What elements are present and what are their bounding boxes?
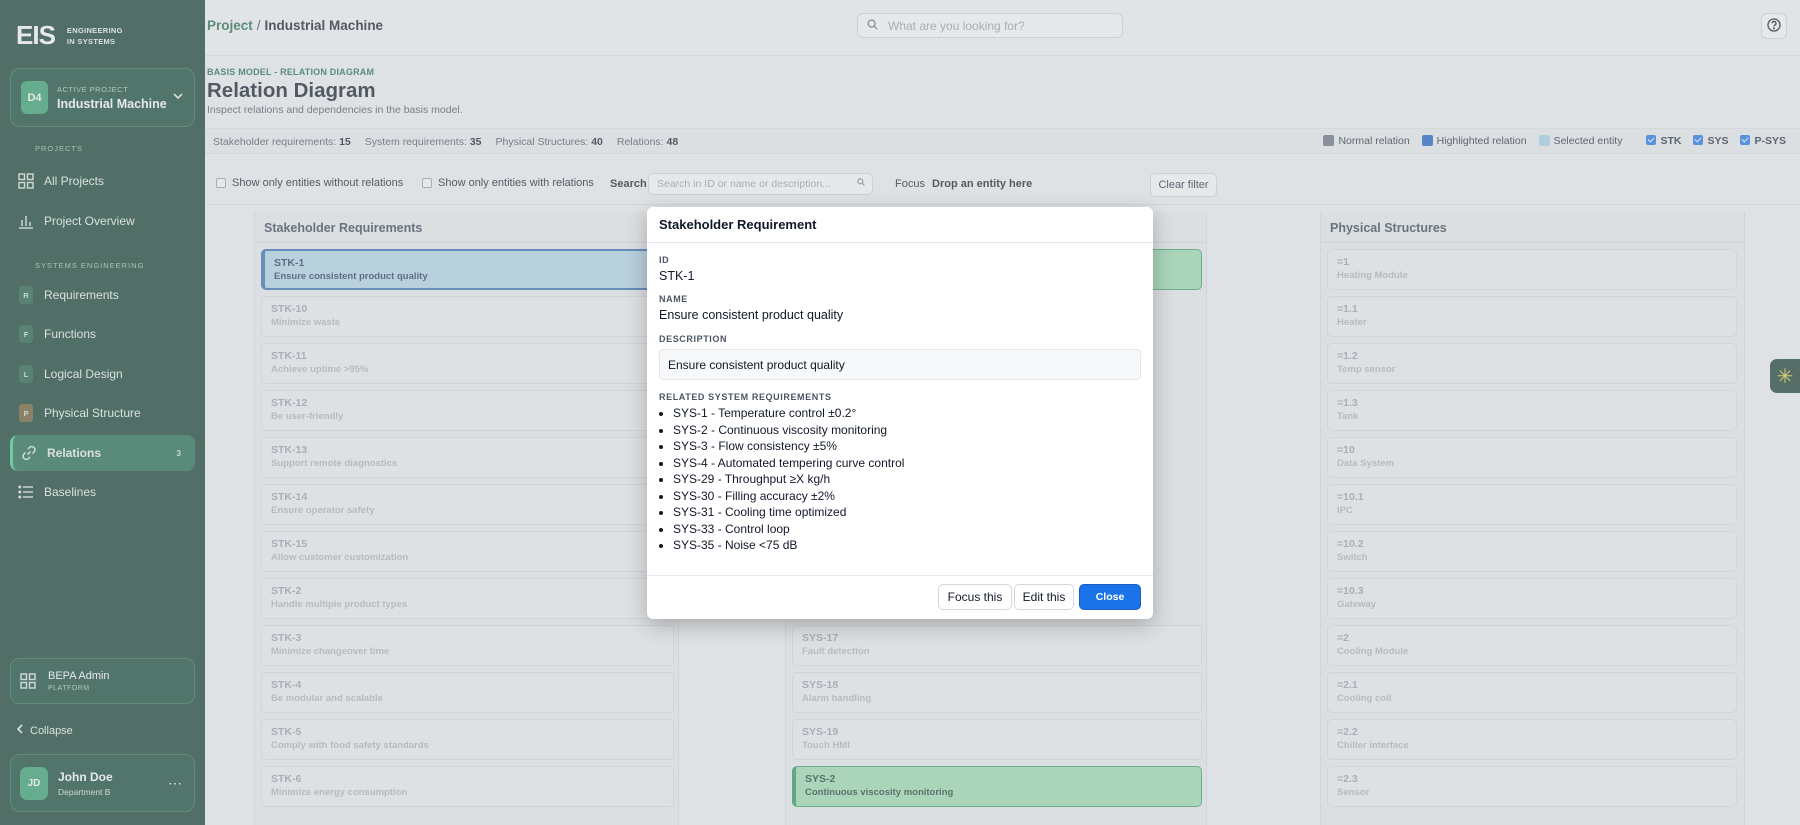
list-item: SYS-30 - Filling accuracy ±2%	[673, 488, 1141, 505]
list-item: SYS-31 - Cooling time optimized	[673, 504, 1141, 521]
list-item: SYS-4 - Automated tempering curve contro…	[673, 455, 1141, 472]
list-item: SYS-29 - Throughput ≥X kg/h	[673, 471, 1141, 488]
focus-this-button[interactable]: Focus this	[938, 584, 1012, 610]
name-label: NAME	[659, 294, 688, 304]
list-item: SYS-3 - Flow consistency ±5%	[673, 438, 1141, 455]
modal-title: Stakeholder Requirement	[647, 207, 1153, 243]
related-requirements-list: SYS-1 - Temperature control ±0.2° SYS-2 …	[659, 405, 1141, 554]
related-label: RELATED SYSTEM REQUIREMENTS	[659, 392, 832, 402]
list-item: SYS-2 - Continuous viscosity monitoring	[673, 422, 1141, 439]
list-item: SYS-33 - Control loop	[673, 521, 1141, 538]
modal-footer: Focus this Edit this Close	[647, 575, 1153, 619]
list-item: SYS-1 - Temperature control ±0.2°	[673, 405, 1141, 422]
edit-this-button[interactable]: Edit this	[1014, 584, 1074, 610]
close-button[interactable]: Close	[1079, 584, 1141, 610]
description-label: DESCRIPTION	[659, 334, 728, 344]
id-label: ID	[659, 255, 670, 265]
id-value: STK-1	[659, 269, 695, 283]
description-value: Ensure consistent product quality	[659, 349, 1141, 380]
list-item: SYS-35 - Noise <75 dB	[673, 537, 1141, 554]
name-value: Ensure consistent product quality	[659, 308, 844, 322]
entity-detail-modal: Stakeholder Requirement ID STK-1 NAME En…	[647, 207, 1153, 619]
